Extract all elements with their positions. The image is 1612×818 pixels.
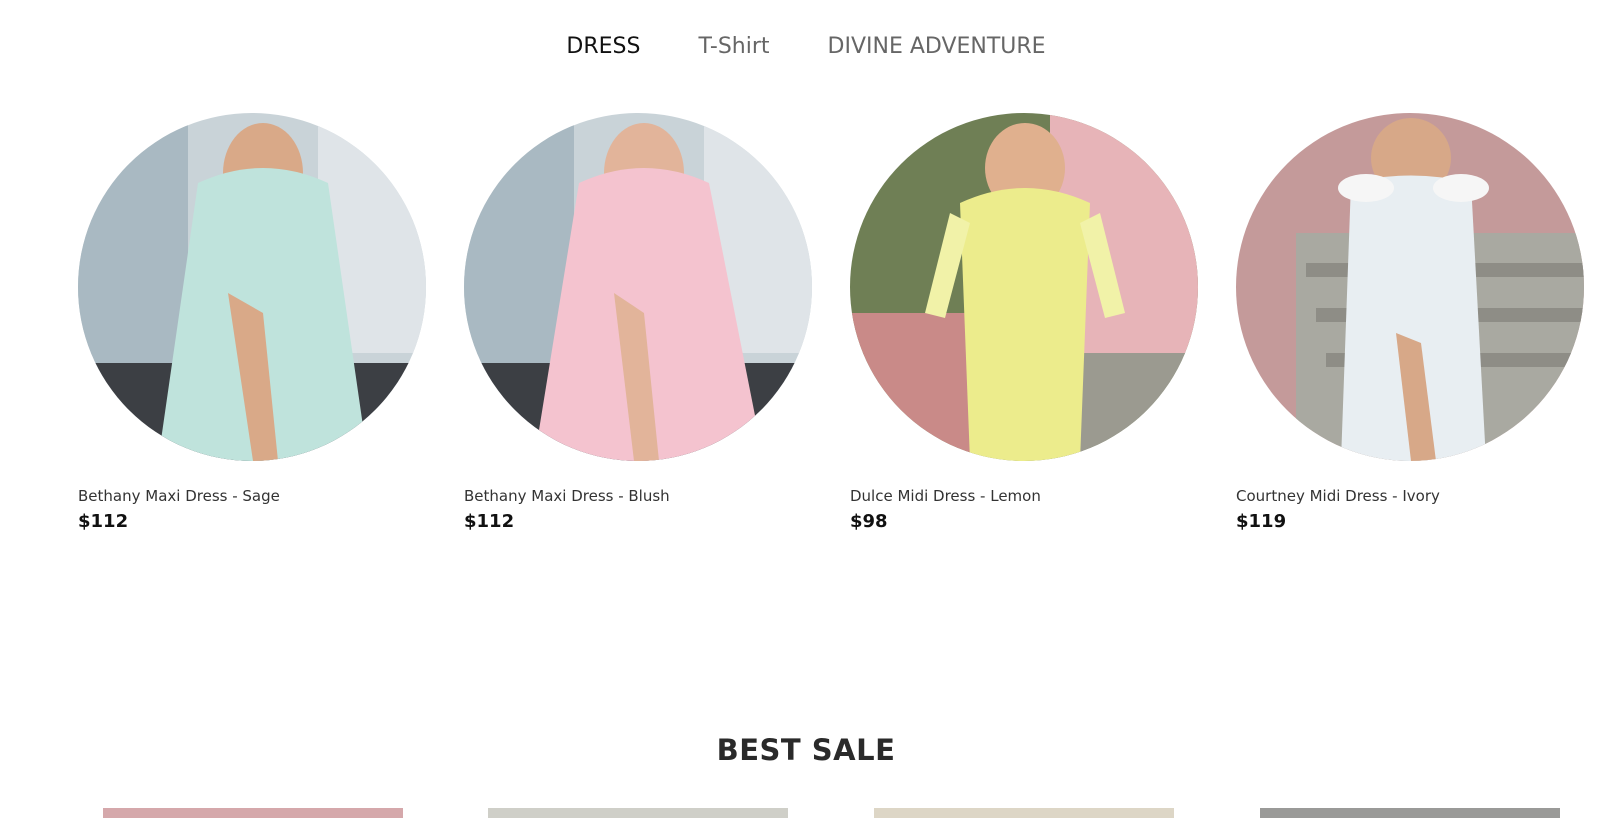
category-tabs: DRESS T-Shirt DIVINE ADVENTURE: [0, 32, 1612, 62]
product-card[interactable]: Courtney Midi Dress - Ivory $119: [1236, 113, 1584, 534]
product-name[interactable]: Bethany Maxi Dress - Sage: [78, 485, 426, 507]
product-card[interactable]: Dulce Midi Dress - Lemon $98: [850, 113, 1198, 534]
product-card[interactable]: Bethany Maxi Dress - Blush $112: [464, 113, 812, 534]
tab-divine-adventure[interactable]: DIVINE ADVENTURE: [828, 32, 1046, 62]
product-image[interactable]: [78, 113, 426, 461]
best-sale-thumbnail[interactable]: [103, 808, 403, 818]
product-price: $119: [1236, 511, 1287, 532]
product-image[interactable]: [1236, 113, 1584, 461]
product-image[interactable]: [850, 113, 1198, 461]
product-name[interactable]: Courtney Midi Dress - Ivory: [1236, 485, 1584, 507]
product-card[interactable]: Bethany Maxi Dress - Sage $112: [78, 113, 426, 534]
product-price: $98: [850, 511, 888, 532]
tab-dress[interactable]: DRESS: [566, 32, 640, 62]
product-name[interactable]: Bethany Maxi Dress - Blush: [464, 485, 812, 507]
best-sale-thumbnail[interactable]: [1260, 808, 1560, 818]
product-price: $112: [78, 511, 129, 532]
best-sale-title: BEST SALE: [716, 733, 896, 767]
best-sale-thumbnail[interactable]: [874, 808, 1174, 818]
best-sale-thumbnail[interactable]: [488, 808, 788, 818]
product-price: $112: [464, 511, 515, 532]
product-name[interactable]: Dulce Midi Dress - Lemon: [850, 485, 1198, 507]
product-image[interactable]: [464, 113, 812, 461]
tab-t-shirt[interactable]: T-Shirt: [698, 32, 769, 62]
